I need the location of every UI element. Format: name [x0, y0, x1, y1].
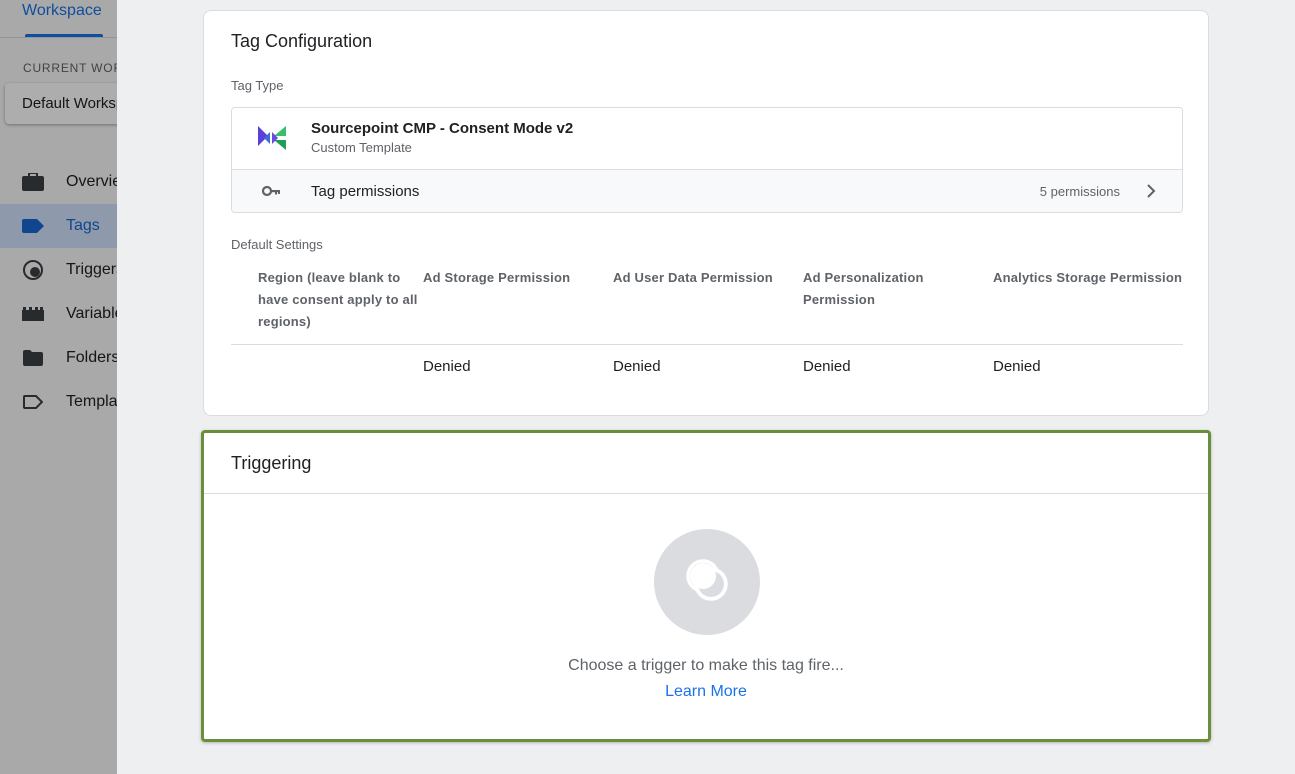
- add-trigger-button[interactable]: [654, 529, 760, 635]
- tag-permissions-label: Tag permissions: [311, 183, 420, 200]
- triggering-card[interactable]: Triggering Choose a trigger to make this…: [201, 430, 1211, 742]
- default-settings-label: Default Settings: [231, 237, 323, 252]
- tag-type-selector[interactable]: Sourcepoint CMP - Consent Mode v2 Custom…: [232, 108, 1182, 169]
- learn-more-link[interactable]: Learn More: [665, 683, 747, 700]
- tag-permissions-count: 5 permissions: [1039, 184, 1120, 199]
- tag-configuration-title: Tag Configuration: [231, 31, 373, 51]
- tag-type-subtitle: Custom Template: [311, 140, 412, 155]
- table-cell-ad-storage: Denied: [423, 358, 471, 375]
- tag-type-name: Sourcepoint CMP - Consent Mode v2: [311, 120, 574, 137]
- table-cell-ad-user-data: Denied: [613, 358, 661, 375]
- table-header-analytics-storage: Analytics Storage Permission: [993, 270, 1183, 285]
- tag-type-label: Tag Type: [231, 78, 284, 93]
- table-header-ad-storage: Ad Storage Permission: [423, 270, 571, 285]
- sourcepoint-logo-icon: [256, 122, 288, 154]
- table-divider: [231, 344, 1183, 345]
- key-icon: [261, 183, 282, 199]
- trigger-hint-text: Choose a trigger to make this tag fire..…: [568, 657, 844, 674]
- table-cell-analytics-storage: Denied: [993, 358, 1041, 375]
- table-cell-ad-personalization: Denied: [803, 358, 851, 375]
- triggering-title: Triggering: [231, 453, 312, 473]
- tag-editor-panel: Tag Configuration Tag Type Sourcepoint C…: [117, 0, 1295, 774]
- learn-more-link-wrapper: Learn More: [204, 683, 1208, 701]
- chevron-right-icon: [1142, 182, 1160, 200]
- trigger-icon: [683, 556, 731, 609]
- table-header-ad-personalization: Ad Personalization Permission: [803, 270, 924, 307]
- tag-configuration-card[interactable]: Tag Configuration Tag Type Sourcepoint C…: [203, 10, 1209, 416]
- tag-type-box: Sourcepoint CMP - Consent Mode v2 Custom…: [231, 107, 1183, 213]
- tag-permissions-row[interactable]: Tag permissions 5 permissions: [232, 169, 1182, 212]
- triggering-divider: [204, 493, 1208, 494]
- table-header-ad-user-data: Ad User Data Permission: [613, 270, 773, 285]
- table-header-region: Region (leave blank to have consent appl…: [258, 270, 418, 329]
